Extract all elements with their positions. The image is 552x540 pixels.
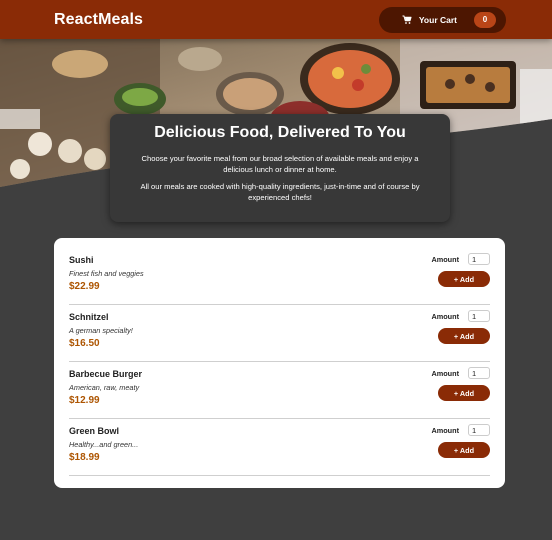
meal-description: A german specialty! bbox=[69, 326, 133, 335]
amount-row: Amount bbox=[431, 253, 490, 265]
meal-description: Healthy...and green... bbox=[69, 440, 139, 449]
meal-price: $18.99 bbox=[69, 452, 100, 463]
cart-button[interactable]: Your Cart 0 bbox=[378, 6, 506, 33]
meal-item: Sushi Finest fish and veggies $22.99 Amo… bbox=[69, 248, 490, 305]
meal-price: $12.99 bbox=[69, 395, 100, 406]
amount-label: Amount bbox=[431, 311, 459, 321]
add-button[interactable]: + Add bbox=[438, 271, 490, 287]
add-button[interactable]: + Add bbox=[438, 442, 490, 458]
amount-row: Amount bbox=[431, 310, 490, 322]
amount-row: Amount bbox=[431, 367, 490, 379]
meal-name: Green Bowl bbox=[69, 426, 120, 436]
meal-item: Barbecue Burger American, raw, meaty $12… bbox=[69, 362, 490, 419]
meals-list: Sushi Finest fish and veggies $22.99 Amo… bbox=[54, 238, 505, 488]
amount-input[interactable] bbox=[468, 424, 490, 436]
meal-item: Schnitzel A german specialty! $16.50 Amo… bbox=[69, 305, 490, 362]
amount-row: Amount bbox=[431, 424, 490, 436]
meal-price: $16.50 bbox=[69, 338, 100, 349]
header: ReactMeals Your Cart 0 bbox=[0, 0, 552, 39]
meal-description: American, raw, meaty bbox=[69, 383, 140, 392]
amount-input[interactable] bbox=[468, 367, 490, 379]
add-button[interactable]: + Add bbox=[438, 328, 490, 344]
cart-badge: 0 bbox=[474, 11, 496, 28]
amount-input[interactable] bbox=[468, 253, 490, 265]
summary-paragraph: All our meals are cooked with high-quali… bbox=[140, 182, 420, 202]
meal-name: Barbecue Burger bbox=[69, 369, 143, 379]
summary-paragraph: Choose your favorite meal from our broad… bbox=[141, 154, 419, 174]
amount-label: Amount bbox=[431, 368, 459, 378]
amount-input[interactable] bbox=[468, 310, 490, 322]
cart-icon bbox=[402, 14, 412, 25]
add-button[interactable]: + Add bbox=[438, 385, 490, 401]
meal-name: Sushi bbox=[69, 255, 94, 265]
meal-description: Finest fish and veggies bbox=[69, 269, 144, 278]
summary-title: Delicious Food, Delivered To You bbox=[154, 124, 406, 141]
cart-label: Your Cart bbox=[418, 14, 457, 25]
app-logo: ReactMeals bbox=[54, 10, 144, 28]
meal-name: Schnitzel bbox=[69, 312, 109, 322]
meal-price: $22.99 bbox=[69, 281, 100, 292]
meal-item: Green Bowl Healthy...and green... $18.99… bbox=[69, 419, 490, 476]
amount-label: Amount bbox=[431, 254, 459, 264]
amount-label: Amount bbox=[431, 425, 459, 435]
meals-summary: Delicious Food, Delivered To You Choose … bbox=[110, 114, 450, 222]
